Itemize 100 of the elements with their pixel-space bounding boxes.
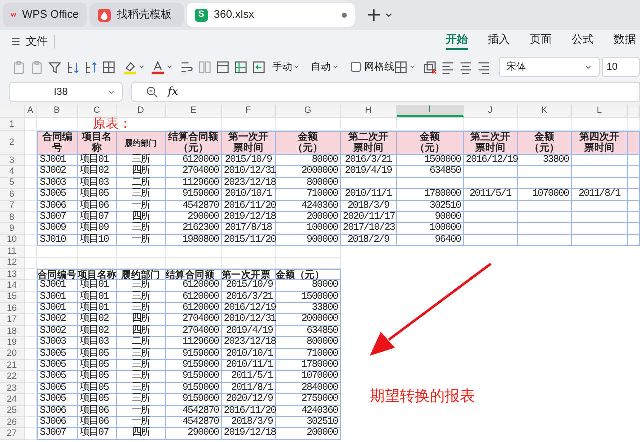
formula-field[interactable]: fx: [131, 82, 640, 102]
table-cell[interactable]: 100000: [276, 223, 341, 235]
spreadsheet-cell[interactable]: [78, 246, 117, 258]
table-cell[interactable]: [397, 178, 464, 190]
table-cell[interactable]: 项目07: [78, 212, 117, 224]
spreadsheet-cell[interactable]: [276, 258, 341, 269]
row-header[interactable]: 10: [0, 234, 25, 246]
table-cell[interactable]: 一所: [117, 234, 166, 246]
spreadsheet-cell[interactable]: [25, 371, 37, 383]
cell-layout-icon[interactable]: [216, 60, 230, 74]
gridlines-checkbox[interactable]: [351, 62, 362, 72]
spreadsheet-cell[interactable]: [117, 246, 166, 258]
spreadsheet-cell[interactable]: [25, 280, 37, 292]
table-cell[interactable]: [518, 223, 572, 235]
table-cell[interactable]: [572, 155, 628, 166]
table-cell[interactable]: 项目01: [78, 155, 117, 166]
ribbon-tab[interactable]: 公式: [572, 32, 594, 50]
browser-tab[interactable]: S 360.xlsx: [187, 3, 355, 27]
table-cell[interactable]: 2162300: [166, 223, 222, 235]
table-cell[interactable]: 800000: [276, 178, 341, 190]
table-cell[interactable]: 33800: [518, 155, 572, 166]
table-cell[interactable]: 96400: [397, 234, 464, 246]
table-cell[interactable]: [628, 178, 640, 190]
table-cell[interactable]: [572, 178, 628, 190]
column-header[interactable]: A: [25, 105, 37, 117]
table-cell[interactable]: 710000: [276, 189, 341, 201]
row-height-dropdown[interactable]: 手动: [272, 60, 292, 74]
table-cell[interactable]: 200000: [276, 212, 341, 224]
table-cell-icon[interactable]: [234, 60, 248, 74]
clipboard-icon[interactable]: [30, 60, 44, 74]
merge-cells-icon[interactable]: [198, 60, 212, 74]
table-cell[interactable]: 4240360: [276, 200, 341, 212]
row-header[interactable]: 19: [0, 337, 25, 349]
table-cell[interactable]: 一所: [117, 200, 166, 212]
table-cell[interactable]: [464, 200, 518, 212]
spreadsheet-cell[interactable]: [25, 348, 37, 360]
row-header[interactable]: 26: [0, 416, 25, 428]
caret-icon[interactable]: [409, 63, 417, 71]
browser-tab[interactable]: 找稻壳模板: [90, 3, 184, 27]
column-header[interactable]: K: [518, 105, 572, 117]
table-cell[interactable]: [464, 223, 518, 235]
row-header[interactable]: 20: [0, 348, 25, 360]
table-cell[interactable]: [518, 166, 572, 178]
row-header[interactable]: 16: [0, 303, 25, 314]
table-cell[interactable]: 2018/3/9: [341, 200, 397, 212]
column-header[interactable]: D: [117, 105, 166, 117]
spreadsheet-cell[interactable]: [222, 246, 276, 258]
row-header[interactable]: 2: [0, 131, 25, 155]
table-cell[interactable]: [464, 212, 518, 224]
row-header[interactable]: 17: [0, 314, 25, 326]
align-left-icon[interactable]: [440, 60, 456, 74]
table-cell[interactable]: 2019/4/19: [341, 166, 397, 178]
spreadsheet-cell[interactable]: [25, 223, 37, 235]
spreadsheet-cell[interactable]: [276, 246, 341, 258]
row-header[interactable]: 3: [0, 155, 25, 166]
table-cell[interactable]: [628, 223, 640, 235]
font-color-icon[interactable]: [151, 60, 166, 74]
caret-icon[interactable]: [332, 63, 340, 71]
align-center-icon[interactable]: [459, 60, 474, 74]
spreadsheet-cell[interactable]: [25, 337, 37, 349]
table-cell[interactable]: 2019/12/18: [222, 212, 276, 224]
font-dropdown[interactable]: 宋体: [499, 57, 600, 77]
ribbon-tab[interactable]: 页面: [530, 32, 552, 50]
spreadsheet-cell[interactable]: [25, 406, 37, 417]
table-cell[interactable]: [628, 234, 640, 246]
table-cell[interactable]: SJ007: [37, 212, 78, 224]
table-cell[interactable]: 900000: [276, 234, 341, 246]
spreadsheet-cell[interactable]: [166, 258, 222, 269]
table-cell[interactable]: 2015/11/20: [222, 234, 276, 246]
spreadsheet-cell[interactable]: [25, 428, 37, 440]
table-cell[interactable]: [628, 212, 640, 224]
spreadsheet-cell[interactable]: [25, 246, 37, 258]
clear-format-icon[interactable]: [422, 60, 437, 74]
spreadsheet-cell[interactable]: [25, 178, 37, 190]
row-header[interactable]: 22: [0, 371, 25, 383]
table-cell[interactable]: 2023/12/18: [222, 178, 276, 190]
spreadsheet-cell[interactable]: [25, 416, 37, 428]
ribbon-tab[interactable]: 数据: [614, 32, 636, 50]
table-cell[interactable]: 1070000: [518, 189, 572, 201]
table-cell[interactable]: 2010/12/31: [222, 166, 276, 178]
spreadsheet-cell[interactable]: [25, 258, 37, 269]
align-right-icon[interactable]: [477, 60, 492, 74]
ribbon-tab[interactable]: 插入: [488, 32, 510, 50]
table-cell[interactable]: [628, 155, 640, 166]
table-cell[interactable]: 项目02: [78, 166, 117, 178]
flame-icon[interactable]: [98, 8, 111, 22]
table-cell[interactable]: [572, 200, 628, 212]
spreadsheet-cell[interactable]: [25, 326, 37, 338]
plus-icon[interactable]: [366, 7, 382, 23]
table-cell[interactable]: 1980800: [166, 234, 222, 246]
table-cell[interactable]: 4542870: [166, 200, 222, 212]
zoom-icon[interactable]: [146, 86, 158, 98]
grid-icon[interactable]: [102, 60, 117, 74]
table-cell[interactable]: [518, 234, 572, 246]
column-header[interactable]: I: [397, 105, 464, 117]
caret-icon[interactable]: [293, 63, 301, 71]
spreadsheet-cell[interactable]: [25, 292, 37, 304]
wrap-text-icon[interactable]: [180, 60, 194, 74]
spreadsheet-cell[interactable]: [25, 268, 37, 280]
table-cell[interactable]: SJ010: [37, 234, 78, 246]
